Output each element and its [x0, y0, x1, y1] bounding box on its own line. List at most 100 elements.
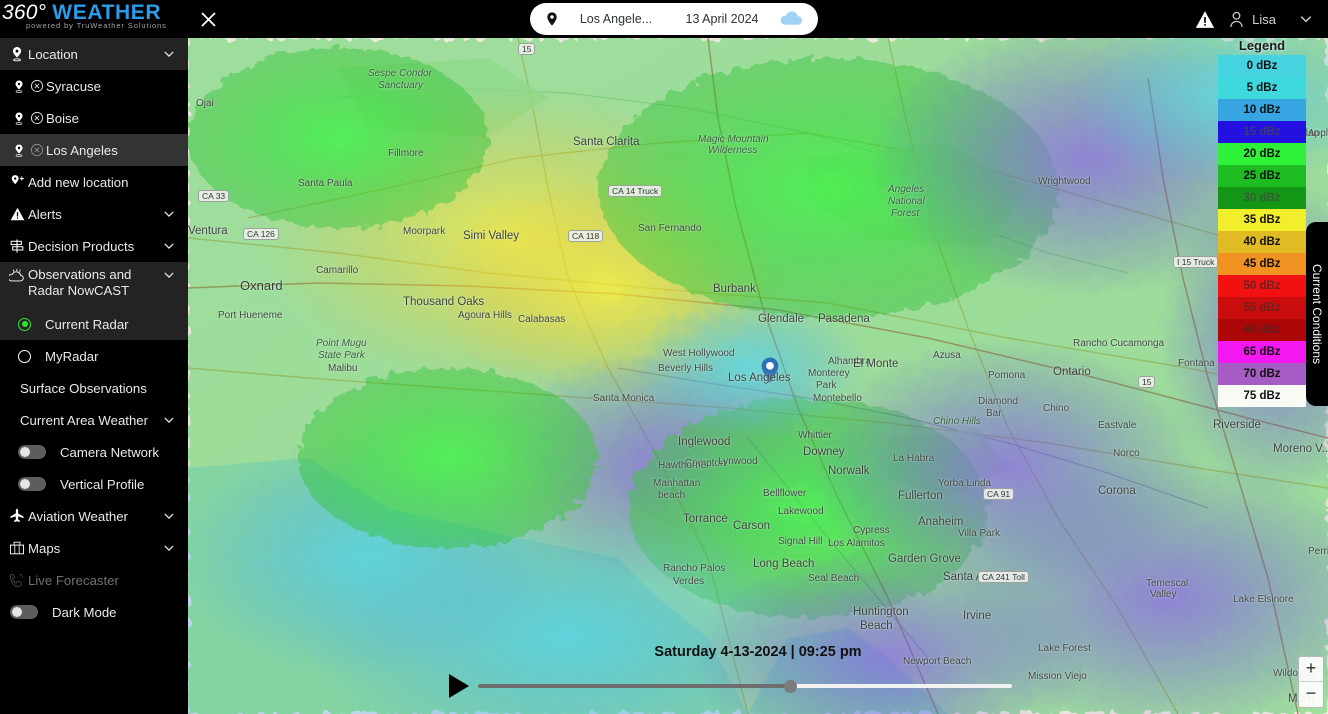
- route-shield: 15: [518, 43, 536, 55]
- chevron-down-icon[interactable]: [160, 509, 178, 523]
- legend-item-65-dbz: 65 dBz: [1218, 341, 1306, 363]
- timeline-slider-thumb[interactable]: [784, 680, 797, 693]
- dark-mode-label: Dark Mode: [52, 604, 117, 620]
- location-pin-icon: [6, 46, 28, 62]
- sidebar-location-name: Boise: [46, 110, 79, 126]
- sidebar-item-los-angeles[interactable]: Los Angeles: [0, 134, 188, 166]
- legend-item-75-dbz: 75 dBz: [1218, 385, 1306, 407]
- sidebar-item-current-area-weather[interactable]: Current Area Weather: [0, 404, 188, 436]
- zoom-out-button[interactable]: −: [1299, 682, 1323, 707]
- chevron-down-icon[interactable]: [160, 413, 178, 427]
- toggle-switch-off-icon[interactable]: [18, 477, 46, 491]
- close-icon[interactable]: [194, 5, 222, 33]
- surface-observations-label: Surface Observations: [20, 380, 147, 396]
- phone-glyph: [9, 573, 24, 588]
- toggle-switch-off-icon[interactable]: [10, 605, 38, 619]
- sidebar-toggle-camera-network[interactable]: Camera Network: [0, 436, 188, 468]
- sidebar-section-alerts[interactable]: Alerts: [0, 198, 188, 230]
- route-shield: CA 126: [243, 228, 279, 240]
- top-right-controls: Lisa: [1195, 0, 1320, 38]
- radar-legend: Legend 0 dBz 5 dBz 10 dBz 15 dBz 20 dBz 25 dB…: [1218, 38, 1306, 407]
- legend-item-10-dbz: 10 dBz: [1218, 99, 1306, 121]
- timeline-progress: [478, 684, 792, 688]
- legend-item-40-dbz: 40 dBz: [1218, 231, 1306, 253]
- pin-plus-glyph: [11, 175, 24, 185]
- cloud-icon: [780, 11, 802, 25]
- radar-icon: [6, 268, 28, 284]
- sidebar-item-surface-observations[interactable]: Surface Observations: [0, 372, 188, 404]
- current-conditions-tab[interactable]: Current Conditions: [1306, 222, 1328, 406]
- sidebar-radio-current-radar[interactable]: Current Radar: [0, 308, 188, 340]
- legend-item-30-dbz: 30 dBz: [1218, 187, 1306, 209]
- airplane-glyph: [10, 508, 24, 522]
- chevron-down-icon[interactable]: [160, 207, 178, 221]
- legend-title: Legend: [1238, 38, 1286, 53]
- sidebar-section-observations-radar-nowcast[interactable]: Observations and Radar NowCAST: [0, 262, 188, 308]
- radio-selected-icon: [18, 317, 31, 331]
- chevron-down-icon[interactable]: [160, 239, 178, 253]
- maps-label: Maps: [28, 540, 61, 556]
- chevron-down-icon[interactable]: [160, 47, 178, 61]
- radar-timestamp: Saturday 4-13-2024 | 09:25 pm: [654, 644, 862, 660]
- map-zoom-controls: + −: [1298, 656, 1324, 708]
- phone-icon: [6, 572, 28, 588]
- route-shield: CA 118: [568, 230, 604, 242]
- myradar-label: MyRadar: [45, 348, 99, 364]
- radio-unselected-icon: [18, 349, 31, 363]
- sidebar-add-new-location[interactable]: Add new location: [0, 166, 188, 198]
- signpost-icon: [6, 238, 28, 254]
- user-name-label: Lisa: [1252, 11, 1276, 27]
- sidebar-radio-myradar[interactable]: MyRadar: [0, 340, 188, 372]
- chevron-down-icon[interactable]: [160, 541, 178, 555]
- sidebar-toggle-dark-mode[interactable]: Dark Mode: [0, 596, 188, 628]
- x-circle-glyph: [30, 143, 44, 156]
- chevron-down-icon[interactable]: [1298, 11, 1314, 27]
- map-center-marker[interactable]: [760, 356, 780, 384]
- route-shield: CA 14 Truck: [608, 185, 663, 197]
- pin-glyph: [15, 144, 23, 157]
- user-menu[interactable]: Lisa: [1229, 11, 1276, 28]
- sidebar-section-maps[interactable]: Maps: [0, 532, 188, 564]
- play-button[interactable]: [446, 672, 472, 700]
- legend-item-60-dbz: 60 dBz: [1218, 319, 1306, 341]
- chevron-glyph: [164, 417, 174, 423]
- route-shield: CA 91: [983, 488, 1015, 500]
- sidebar-section-location[interactable]: Location: [0, 38, 188, 70]
- warn-glyph: [10, 207, 24, 221]
- sidebar-location-name: Syracuse: [46, 78, 101, 94]
- legend-item-50-dbz: 50 dBz: [1218, 275, 1306, 297]
- radar-map[interactable]: Sespe Condor Sanctuary Ojai Santa Clarita Ma…: [188, 38, 1328, 714]
- top-bar: 360° WEATHER powered by TruWeather Solut…: [0, 0, 1328, 38]
- remove-location-icon[interactable]: [30, 79, 45, 94]
- warning-triangle-icon[interactable]: [1195, 10, 1215, 29]
- observations-line1: Observations and: [28, 267, 132, 282]
- user-icon: [1230, 11, 1243, 27]
- zoom-in-button[interactable]: +: [1299, 657, 1323, 682]
- legend-item-20-dbz: 20 dBz: [1218, 143, 1306, 165]
- sidebar-section-aviation-weather[interactable]: Aviation Weather: [0, 500, 188, 532]
- location-pin-icon: [547, 12, 557, 26]
- location-pin-icon: [8, 79, 30, 94]
- radar-reflectivity-layer: [188, 38, 1328, 714]
- radar-timeline: Saturday 4-13-2024 | 09:25 pm: [188, 640, 1328, 714]
- search-location-value[interactable]: Los Angele...: [566, 12, 666, 26]
- timeline-slider[interactable]: [478, 680, 1012, 693]
- sidebar-section-decision-products[interactable]: Decision Products: [0, 230, 188, 262]
- search-date-value[interactable]: 13 April 2024: [672, 12, 772, 26]
- route-shield: CA 241 Toll: [978, 571, 1029, 583]
- sidebar-toggle-vertical-profile[interactable]: Vertical Profile: [0, 468, 188, 500]
- legend-item-70-dbz: 70 dBz: [1218, 363, 1306, 385]
- chevron-glyph: [164, 513, 174, 519]
- remove-location-icon[interactable]: [30, 143, 45, 158]
- observations-line2: Radar NowCAST: [28, 283, 130, 298]
- location-search-pill[interactable]: Los Angele... 13 April 2024: [530, 3, 818, 35]
- airplane-icon: [6, 508, 28, 524]
- remove-location-icon[interactable]: [30, 111, 45, 126]
- legend-item-0-dbz: 0 dBz: [1218, 55, 1306, 77]
- sidebar-item-syracuse[interactable]: Syracuse: [0, 70, 188, 102]
- chevron-glyph: [164, 243, 174, 249]
- chevron-down-icon[interactable]: [160, 268, 178, 282]
- sidebar-item-live-forecaster[interactable]: Live Forecaster: [0, 564, 188, 596]
- toggle-switch-off-icon[interactable]: [18, 445, 46, 459]
- sidebar-item-boise[interactable]: Boise: [0, 102, 188, 134]
